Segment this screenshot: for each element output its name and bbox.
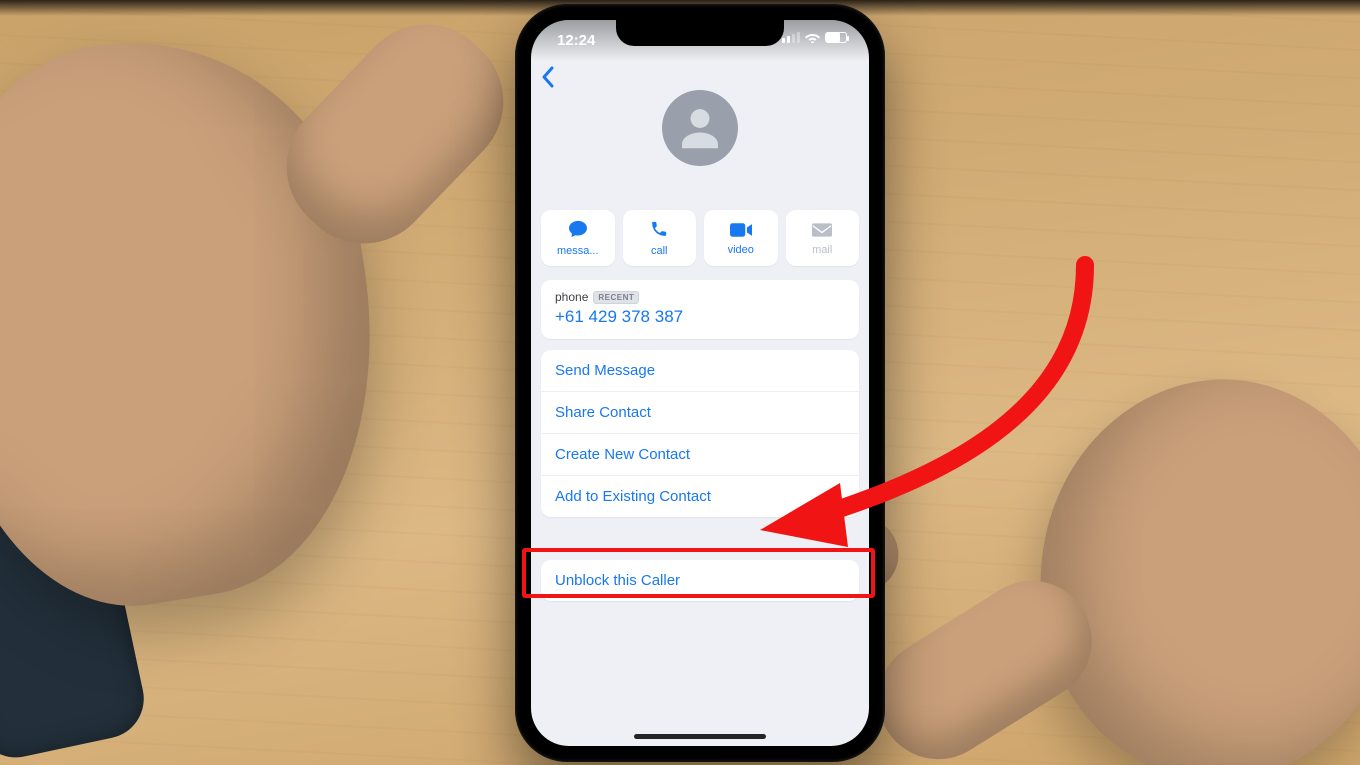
unblock-section: Unblock this Caller	[541, 560, 859, 601]
recent-badge: RECENT	[593, 291, 639, 304]
cellular-signal-icon	[782, 32, 800, 43]
video-icon	[730, 221, 752, 241]
left-hand	[0, 10, 411, 630]
phone-number-section[interactable]: phone RECENT +61 429 378 387	[541, 280, 859, 339]
iphone-frame: 12:24 messa...	[515, 4, 885, 762]
left-thumb	[258, 0, 533, 272]
contact-avatar	[662, 90, 738, 166]
wifi-icon	[805, 32, 820, 43]
video-button[interactable]: video	[704, 210, 778, 266]
mail-label: mail	[812, 244, 832, 256]
mail-icon	[812, 221, 832, 241]
create-new-contact-row[interactable]: Create New Contact	[541, 433, 859, 475]
right-thumb	[856, 558, 1115, 765]
contact-action-row: messa... call video mail	[541, 210, 859, 266]
add-existing-contact-row[interactable]: Add to Existing Contact	[541, 475, 859, 517]
message-label: messa...	[557, 245, 599, 257]
watch-band	[0, 475, 151, 765]
back-button[interactable]	[541, 64, 555, 95]
mail-button: mail	[786, 210, 860, 266]
battery-icon	[825, 32, 847, 43]
message-button[interactable]: messa...	[541, 210, 615, 266]
phone-field-label: phone	[555, 290, 588, 304]
person-icon	[673, 101, 727, 155]
video-label: video	[728, 244, 754, 256]
chevron-left-icon	[541, 66, 555, 88]
notch	[616, 20, 784, 46]
phone-screen: 12:24 messa...	[531, 20, 869, 746]
share-contact-row[interactable]: Share Contact	[541, 391, 859, 433]
call-label: call	[651, 245, 668, 257]
send-message-row[interactable]: Send Message	[541, 350, 859, 391]
status-time: 12:24	[557, 32, 595, 49]
home-indicator[interactable]	[634, 734, 766, 739]
right-hand	[997, 342, 1360, 765]
call-button[interactable]: call	[623, 210, 697, 266]
message-icon	[568, 220, 588, 242]
unblock-caller-row[interactable]: Unblock this Caller	[541, 560, 859, 601]
contact-options-list: Send Message Share Contact Create New Co…	[541, 350, 859, 517]
phone-number-value[interactable]: +61 429 378 387	[555, 307, 845, 327]
phone-icon	[650, 220, 668, 242]
